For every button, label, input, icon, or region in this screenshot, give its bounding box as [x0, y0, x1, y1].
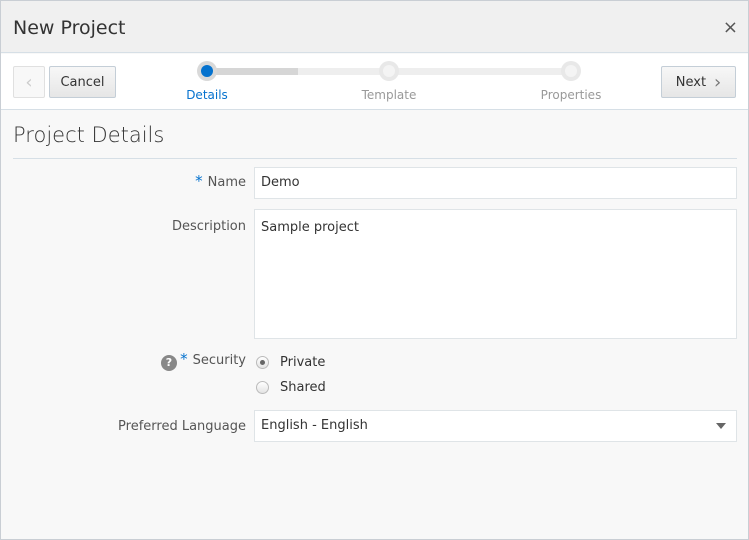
train-stop-details[interactable] [197, 61, 217, 81]
chevron-left-icon: ‹ [25, 71, 33, 93]
train-stop-properties[interactable] [561, 61, 581, 81]
radio-private[interactable] [256, 356, 269, 369]
language-label: Preferred Language [118, 419, 246, 434]
radio-private-label[interactable]: Private [280, 355, 325, 370]
divider [13, 158, 737, 159]
section-title: Project Details [13, 123, 165, 147]
train-label-template[interactable]: Template [362, 88, 417, 102]
train-progress [207, 68, 298, 75]
dialog-title: New Project [13, 17, 126, 39]
next-button[interactable]: Next › [661, 66, 736, 98]
name-input[interactable]: Demo [254, 167, 737, 199]
train-stop-template[interactable] [379, 61, 399, 81]
dropdown-caret-icon [716, 423, 726, 429]
name-label: * Name [195, 172, 246, 193]
required-icon: * [180, 350, 188, 368]
description-label: Description [171, 219, 246, 234]
chevron-right-icon: › [714, 71, 722, 93]
name-label-text: Name [207, 175, 246, 190]
close-icon[interactable]: × [723, 17, 738, 38]
radio-shared[interactable] [256, 381, 269, 394]
train-label-details[interactable]: Details [186, 88, 228, 102]
description-textarea[interactable]: Sample project [254, 209, 737, 339]
required-icon: * [195, 172, 203, 190]
train-label-properties[interactable]: Properties [541, 88, 602, 102]
security-label: * Security [180, 350, 246, 371]
cancel-button[interactable]: Cancel [49, 66, 116, 98]
help-icon[interactable]: ? [161, 355, 177, 371]
language-value: English - English [261, 418, 368, 433]
next-label: Next [675, 74, 707, 90]
radio-shared-label[interactable]: Shared [280, 380, 326, 395]
security-label-text: Security [192, 353, 246, 368]
wizard-toolbar: ‹ Cancel Details Template Properties Nex… [1, 54, 748, 110]
language-select[interactable]: English - English [254, 410, 737, 442]
previous-button[interactable]: ‹ [13, 66, 45, 98]
dialog-header: New Project × [1, 1, 748, 53]
